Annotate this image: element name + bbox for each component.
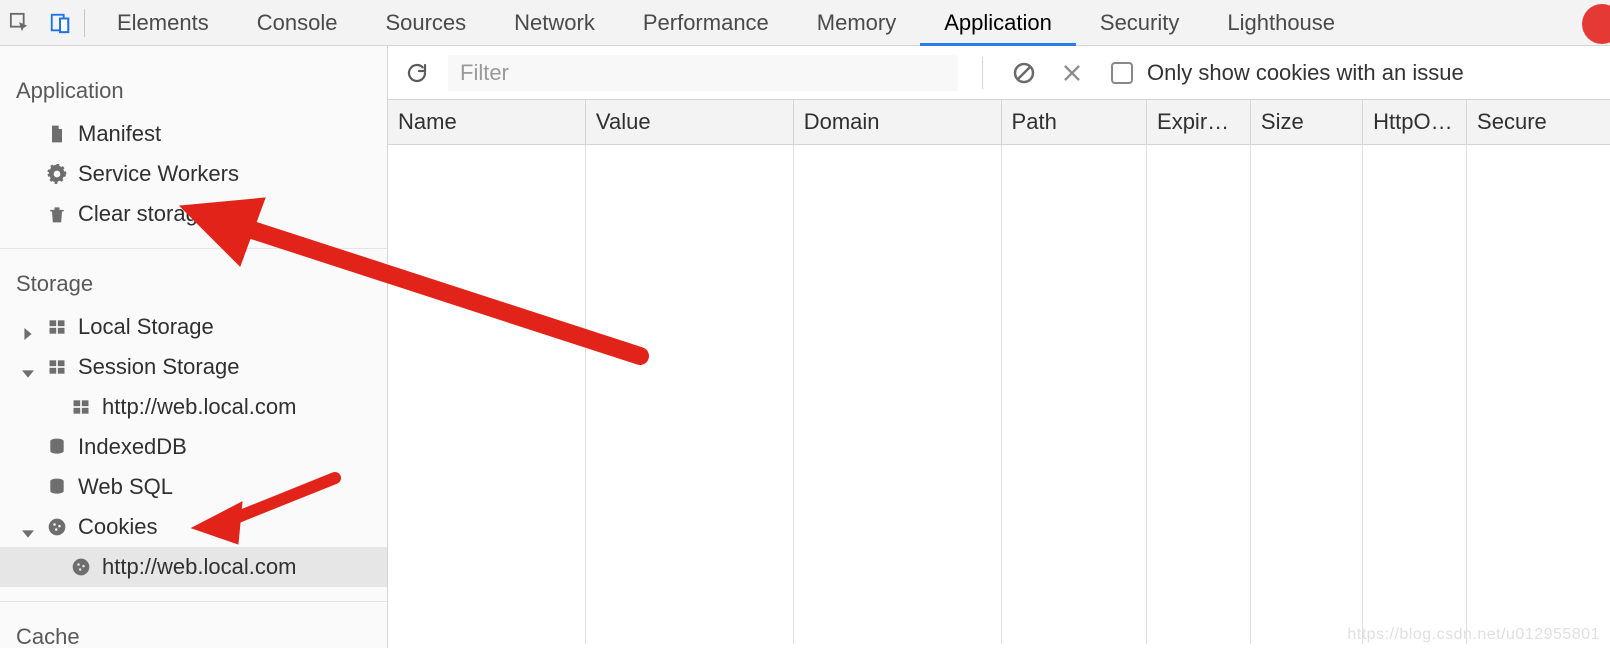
sidebar-item-label: http://web.local.com (102, 394, 296, 420)
error-indicator-icon[interactable] (1582, 4, 1610, 44)
database-icon (46, 436, 68, 458)
sidebar-item-indexeddb[interactable]: IndexedDB (0, 427, 387, 467)
col-value[interactable]: Value (585, 100, 793, 144)
table-icon (70, 396, 92, 418)
chevron-right-icon (22, 320, 36, 334)
trash-icon (46, 203, 68, 225)
tab-application[interactable]: Application (920, 0, 1076, 45)
sidebar-item-cookies[interactable]: Cookies (0, 507, 387, 547)
table-icon (46, 356, 68, 378)
tabbar-divider (84, 9, 85, 37)
sidebar-item-cookies-origin[interactable]: http://web.local.com (0, 547, 387, 587)
tab-performance[interactable]: Performance (619, 0, 793, 45)
file-icon (46, 123, 68, 145)
filter-input[interactable] (448, 55, 958, 91)
col-path[interactable]: Path (1001, 100, 1146, 144)
toolbar-divider (982, 57, 983, 89)
sidebar-item-label: Local Storage (78, 314, 214, 340)
refresh-button[interactable] (400, 56, 434, 90)
col-secure[interactable]: Secure (1467, 100, 1610, 144)
col-httponly[interactable]: HttpO… (1363, 100, 1467, 144)
table-icon (46, 316, 68, 338)
sidebar-item-session-storage-origin[interactable]: http://web.local.com (0, 387, 387, 427)
devtools-tabbar: Elements Console Sources Network Perform… (0, 0, 1610, 46)
tab-security[interactable]: Security (1076, 0, 1203, 45)
inspect-element-icon[interactable] (0, 3, 40, 43)
sidebar-section-cache: Cache (0, 616, 387, 648)
chevron-down-icon (22, 360, 36, 374)
delete-selected-button[interactable] (1055, 56, 1089, 90)
sidebar-item-clear-storage[interactable]: Clear storage (0, 194, 387, 234)
tab-sources[interactable]: Sources (361, 0, 490, 45)
sidebar-item-websql[interactable]: Web SQL (0, 467, 387, 507)
cookies-toolbar: Only show cookies with an issue (388, 46, 1610, 100)
cookie-icon (70, 556, 92, 578)
chevron-down-icon (22, 520, 36, 534)
sidebar-item-label: Manifest (78, 121, 161, 147)
sidebar-item-label: Clear storage (78, 201, 210, 227)
cookies-table[interactable]: Name Value Domain Path Expir… Size HttpO… (388, 100, 1610, 644)
cookie-icon (46, 516, 68, 538)
only-issues-label: Only show cookies with an issue (1147, 60, 1464, 86)
sidebar-item-label: IndexedDB (78, 434, 187, 460)
col-domain[interactable]: Domain (793, 100, 1001, 144)
sidebar-item-label: Service Workers (78, 161, 239, 187)
sidebar-item-service-workers[interactable]: Service Workers (0, 154, 387, 194)
tab-network[interactable]: Network (490, 0, 619, 45)
sidebar-item-session-storage[interactable]: Session Storage (0, 347, 387, 387)
sidebar-item-label: Web SQL (78, 474, 173, 500)
gear-icon (46, 163, 68, 185)
tab-elements[interactable]: Elements (93, 0, 233, 45)
table-row-empty (388, 144, 1610, 644)
sidebar-item-manifest[interactable]: Manifest (0, 114, 387, 154)
sidebar-section-application: Application (0, 70, 387, 114)
tab-lighthouse[interactable]: Lighthouse (1203, 0, 1359, 45)
database-icon (46, 476, 68, 498)
sidebar-item-label: http://web.local.com (102, 554, 296, 580)
cookies-panel: Only show cookies with an issue Name Val… (388, 46, 1610, 648)
col-expires[interactable]: Expir… (1147, 100, 1251, 144)
only-issues-checkbox[interactable] (1111, 62, 1133, 84)
application-sidebar: Application Manifest Service Workers Cle… (0, 46, 388, 648)
clear-all-button[interactable] (1007, 56, 1041, 90)
col-name[interactable]: Name (388, 100, 585, 144)
col-size[interactable]: Size (1250, 100, 1362, 144)
device-toolbar-icon[interactable] (40, 3, 80, 43)
sidebar-item-label: Session Storage (78, 354, 239, 380)
tab-memory[interactable]: Memory (793, 0, 920, 45)
sidebar-section-storage: Storage (0, 263, 387, 307)
sidebar-item-label: Cookies (78, 514, 157, 540)
tab-console[interactable]: Console (233, 0, 362, 45)
sidebar-item-local-storage[interactable]: Local Storage (0, 307, 387, 347)
